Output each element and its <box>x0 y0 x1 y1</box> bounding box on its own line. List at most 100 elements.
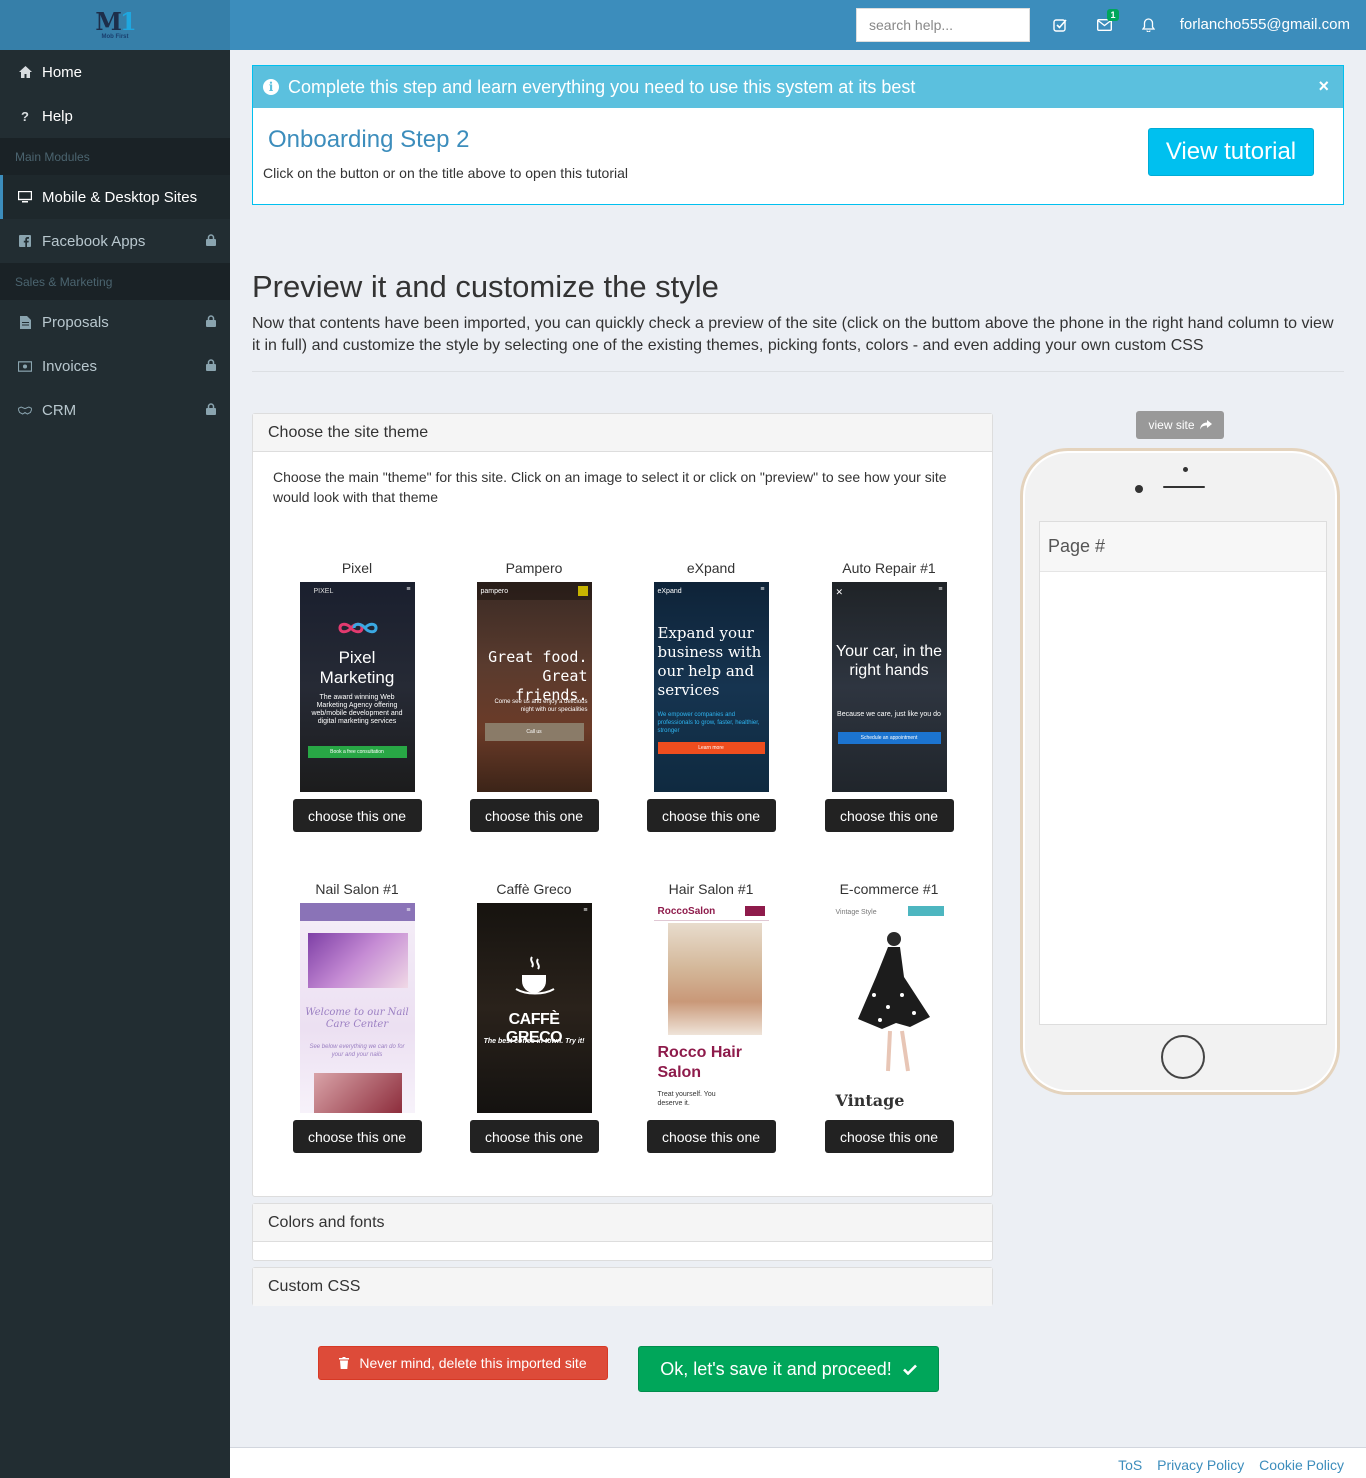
onboarding-banner: i Complete this step and learn everythin… <box>253 66 1343 108</box>
footer-link-cookie[interactable]: Cookie Policy <box>1259 1457 1344 1473</box>
lock-icon <box>206 402 216 419</box>
user-menu[interactable]: forlancho555@gmail.com <box>1180 16 1350 33</box>
trash-icon <box>339 1357 350 1369</box>
thumb-headline: Rocco Hair Salon <box>657 1044 742 1081</box>
lock-icon <box>206 233 216 250</box>
delete-imported-site-button[interactable]: Never mind, delete this imported site <box>318 1346 608 1380</box>
theme-thumbnail[interactable]: ✕ ≡ Your car, in the right hands Because… <box>831 582 947 792</box>
footer-links: ToS Privacy Policy Cookie Policy <box>1107 1457 1344 1473</box>
desktop-icon <box>18 191 32 203</box>
sidebar-item-proposals[interactable]: Proposals <box>0 300 230 344</box>
theme-card-expand: eXpand eXpand ≡ Expand your business wit… <box>646 560 776 832</box>
search-input[interactable] <box>856 8 1030 42</box>
thumb-photo <box>857 932 930 1072</box>
theme-name: Hair Salon #1 <box>668 881 754 897</box>
thumb-headline: Welcome to our Nail Care Center <box>305 1007 409 1030</box>
thumb-brand: PIXEL <box>313 587 334 595</box>
onboarding-callout: i Complete this step and learn everythin… <box>252 65 1344 205</box>
theme-thumbnail[interactable]: PIXEL ≡ Pixel Marketing The award winnin… <box>299 582 415 792</box>
bell-icon[interactable] <box>1140 17 1156 33</box>
tasks-check-icon[interactable] <box>1052 17 1068 33</box>
theme-intro: Choose the main "theme" for this site. C… <box>273 469 947 505</box>
money-icon <box>18 360 32 372</box>
thumb-headline: Your car, in the right hands <box>835 643 943 679</box>
choose-theme-button[interactable]: choose this one <box>469 799 599 832</box>
sidebar-item-facebook-apps[interactable]: Facebook Apps <box>0 219 230 263</box>
sidebar-item-label: Facebook Apps <box>42 232 146 250</box>
thumb-subtext: Come see us and enjoy a delicious night … <box>494 699 588 713</box>
choose-theme-button[interactable]: choose this one <box>646 1120 776 1153</box>
theme-card-pampero: Pampero pampero Great food. Great friend… <box>469 560 599 832</box>
thumb-topbar <box>299 903 415 921</box>
phone-sensor <box>1135 485 1143 493</box>
thumb-subtext: See below everything we can do for your … <box>309 1044 405 1058</box>
phone-home-button[interactable] <box>1161 1035 1205 1079</box>
theme-thumbnail[interactable]: eXpand ≡ Expand your business with our h… <box>653 582 769 792</box>
choose-theme-button[interactable]: choose this one <box>292 799 422 832</box>
thumb-cta: Call us <box>484 723 584 741</box>
theme-card-caffe-greco: Caffè Greco ≡ CAFFÈ GRECO The best coffe… <box>469 881 599 1153</box>
wrench-icon: ✕ <box>835 587 844 597</box>
theme-thumbnail[interactable]: ≡ Welcome to our Nail Care Center See be… <box>299 903 415 1113</box>
theme-card-ecommerce: E-commerce #1 Vintage Style Vintage choo… <box>824 881 954 1153</box>
sidebar-header-main-modules: Main Modules <box>0 138 230 175</box>
sidebar-item-label: Home <box>42 63 83 81</box>
app-logo[interactable]: M1 Mob First <box>95 5 136 45</box>
footer-link-tos[interactable]: ToS <box>1118 1457 1142 1473</box>
thumb-cta: Schedule an appointment <box>837 732 941 744</box>
handshake-icon <box>18 405 32 416</box>
custom-css-panel: Custom CSS <box>252 1267 993 1306</box>
theme-card-hair-salon: Hair Salon #1 RoccoSalon Rocco Hair Salo… <box>646 881 776 1153</box>
sidebar-item-help[interactable]: ? Help <box>0 94 230 138</box>
view-tutorial-button[interactable]: View tutorial <box>1148 128 1314 176</box>
sidebar-item-label: CRM <box>42 401 77 419</box>
choose-theme-button[interactable]: choose this one <box>824 799 954 832</box>
sidebar-item-label: Mobile & Desktop Sites <box>42 188 198 206</box>
thumb-subtext: The best coffee in town. Try it! <box>483 1038 585 1045</box>
lock-icon <box>206 358 216 375</box>
theme-thumbnail[interactable]: Vintage Style Vintage <box>831 903 947 1113</box>
choose-theme-button[interactable]: choose this one <box>646 799 776 832</box>
envelope-icon[interactable]: 1 <box>1096 9 1119 33</box>
thumb-subtext: The award winning Web Marketing Agency o… <box>311 694 403 725</box>
view-site-button[interactable]: view site <box>1136 411 1224 439</box>
sidebar-item-label: Invoices <box>42 357 98 375</box>
sidebar-item-home[interactable]: Home <box>0 50 230 94</box>
thumb-brand: pampero <box>476 582 592 600</box>
coffee-cup-icon <box>514 956 555 995</box>
onboarding-title[interactable]: Onboarding Step 2 <box>268 126 469 154</box>
theme-thumbnail[interactable]: RoccoSalon Rocco Hair Salon Treat yourse… <box>653 903 769 1113</box>
footer-link-privacy[interactable]: Privacy Policy <box>1157 1457 1244 1473</box>
logo-area: M1 Mob First <box>0 0 230 50</box>
sidebar-item-mobile-desktop-sites[interactable]: Mobile & Desktop Sites <box>0 175 230 219</box>
phone-screen[interactable]: Page # <box>1039 521 1327 1025</box>
save-and-proceed-button[interactable]: Ok, let's save it and proceed! <box>638 1346 939 1392</box>
custom-css-panel-heading[interactable]: Custom CSS <box>253 1268 992 1306</box>
onboarding-banner-text: Complete this step and learn everything … <box>288 76 916 97</box>
close-icon[interactable]: × <box>1318 76 1329 97</box>
thumb-brand: eXpand <box>657 587 682 595</box>
delete-button-label: Never mind, delete this imported site <box>359 1355 587 1371</box>
messages-badge: 1 <box>1107 9 1119 21</box>
choose-theme-button[interactable]: choose this one <box>292 1120 422 1153</box>
theme-name: Nail Salon #1 <box>315 881 399 897</box>
choose-theme-button[interactable]: choose this one <box>469 1120 599 1153</box>
choose-theme-button[interactable]: choose this one <box>824 1120 954 1153</box>
colors-fonts-panel-heading[interactable]: Colors and fonts <box>253 1204 992 1242</box>
menu-icon: ≡ <box>938 586 943 593</box>
main-content: i Complete this step and learn everythin… <box>230 50 1366 1447</box>
sidebar-item-crm[interactable]: CRM <box>0 388 230 432</box>
phone-body: Page # <box>1023 451 1337 1092</box>
phone-preview-frame: Page # <box>1020 448 1340 1095</box>
sidebar-item-invoices[interactable]: Invoices <box>0 344 230 388</box>
theme-thumbnail[interactable]: ≡ CAFFÈ GRECO The best coffee in town. T… <box>476 903 592 1113</box>
theme-panel-heading[interactable]: Choose the site theme <box>253 414 992 452</box>
info-icon: i <box>263 79 279 95</box>
phone-speaker <box>1163 486 1205 488</box>
theme-thumbnail[interactable]: pampero Great food. Great friends. Come … <box>476 582 592 792</box>
thumb-subtext: Treat yourself. You deserve it. <box>657 1091 716 1107</box>
theme-card-pixel: Pixel PIXEL ≡ Pixel Marketing The award … <box>292 560 422 832</box>
proceed-button-label: Ok, let's save it and proceed! <box>660 1358 892 1379</box>
sidebar-item-label: Proposals <box>42 313 109 331</box>
colors-fonts-panel: Colors and fonts <box>252 1203 993 1261</box>
